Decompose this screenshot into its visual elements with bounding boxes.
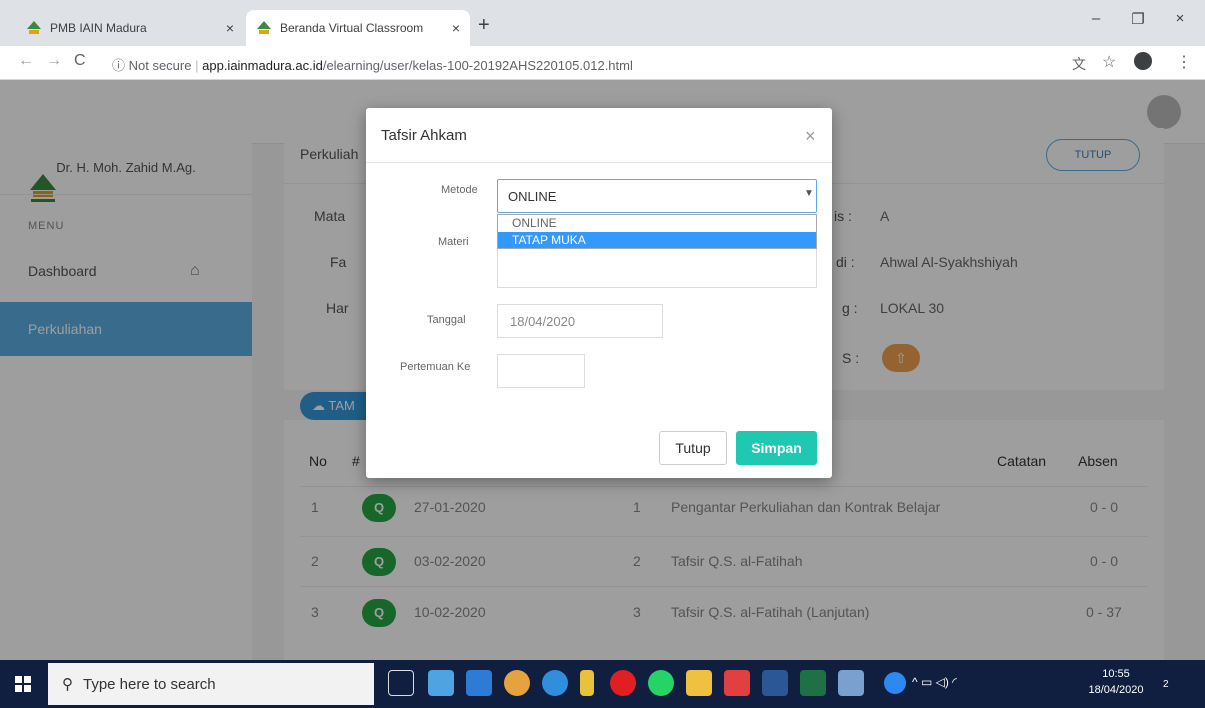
windows-start-icon[interactable] — [0, 660, 46, 708]
word-icon[interactable] — [762, 670, 788, 696]
chevron-down-icon: ▼ — [804, 188, 814, 199]
materi-label: Materi — [438, 236, 469, 248]
pertemuan-input[interactable] — [497, 354, 585, 388]
iain-favicon-icon — [26, 20, 42, 36]
taskbar-search[interactable]: ⚲ Type here to search — [48, 663, 374, 705]
whatsapp-icon[interactable] — [648, 670, 674, 696]
tab-pmb[interactable]: PMB IAIN Madura × — [16, 10, 244, 46]
search-icon: ⚲ — [62, 676, 73, 693]
pertemuan-label: Pertemuan Ke — [400, 361, 471, 373]
notification-icon[interactable]: 2 — [1163, 674, 1185, 694]
tray-icons[interactable]: ^ ▭ ◁) ◜ — [912, 675, 957, 689]
address-separator: | — [195, 58, 199, 73]
app-icon[interactable] — [838, 670, 864, 696]
tanggal-label: Tanggal — [427, 314, 466, 326]
pdf-icon[interactable] — [724, 670, 750, 696]
back-arrow-icon[interactable]: ← — [18, 52, 34, 70]
url-path: /elearning/user/kelas-100-20192AHS220105… — [322, 58, 633, 73]
tab-virtual-classroom[interactable]: Beranda Virtual Classroom × — [246, 10, 470, 46]
modal-dialog — [366, 108, 832, 478]
file-explorer-icon[interactable] — [686, 670, 712, 696]
star-icon[interactable]: ☆ — [1102, 52, 1116, 72]
chrome-icon[interactable] — [504, 670, 530, 696]
notification-count: 2 — [1163, 679, 1169, 690]
mail-icon[interactable] — [428, 670, 454, 696]
simpan-button[interactable]: Simpan — [736, 431, 817, 465]
clock-date: 18/04/2020 — [1088, 684, 1144, 696]
materi-textarea[interactable] — [497, 248, 817, 288]
ie-icon[interactable] — [542, 670, 568, 696]
forward-arrow-icon[interactable]: → — [46, 52, 62, 70]
opera-icon[interactable] — [610, 670, 636, 696]
metode-label: Metode — [441, 184, 478, 196]
dropbox-icon[interactable] — [466, 670, 492, 696]
search-placeholder: Type here to search — [83, 675, 216, 693]
url-host: app.iainmadura.ac.id — [202, 58, 323, 73]
modal-close-icon[interactable]: × — [805, 126, 816, 147]
tab-title: PMB IAIN Madura — [50, 21, 147, 35]
help-icon[interactable] — [884, 672, 906, 694]
tab-close-icon[interactable]: × — [226, 20, 234, 36]
taskbar-clock[interactable]: 10:55 18/04/2020 — [1086, 666, 1146, 698]
clock-time: 10:55 — [1102, 668, 1130, 680]
menu-icon[interactable]: ⋮ — [1176, 52, 1192, 72]
excel-icon[interactable] — [800, 670, 826, 696]
winamp-icon[interactable] — [580, 670, 594, 696]
modal-title: Tafsir Ahkam — [381, 127, 467, 144]
minimize-button[interactable]: – — [1076, 10, 1116, 27]
new-tab-button[interactable]: + — [478, 14, 490, 37]
dropdown-option-online[interactable]: ONLINE — [498, 215, 816, 231]
dropdown-option-tatap-muka[interactable]: TATAP MUKA — [498, 232, 816, 248]
translate-icon[interactable]: 文 — [1072, 54, 1086, 74]
profile-icon[interactable] — [1134, 52, 1152, 70]
restore-button[interactable]: ❐ — [1118, 10, 1158, 28]
tanggal-input[interactable]: 18/04/2020 — [497, 304, 663, 338]
task-view-icon[interactable] — [388, 670, 414, 696]
window-close-button[interactable]: × — [1160, 10, 1200, 27]
tab-close-icon[interactable]: × — [452, 20, 460, 36]
modal-tutup-button[interactable]: Tutup — [659, 431, 727, 465]
security-indicator[interactable]: ⓘ Not secure — [112, 58, 191, 73]
reload-icon[interactable]: C — [74, 52, 86, 70]
address-bar[interactable]: ⓘ Not secure | app.iainmadura.ac.id/elea… — [100, 51, 1000, 75]
iain-favicon-icon — [256, 20, 272, 36]
tab-title: Beranda Virtual Classroom — [280, 21, 424, 35]
metode-select[interactable]: ONLINE — [497, 179, 817, 213]
modal-divider — [366, 162, 832, 163]
